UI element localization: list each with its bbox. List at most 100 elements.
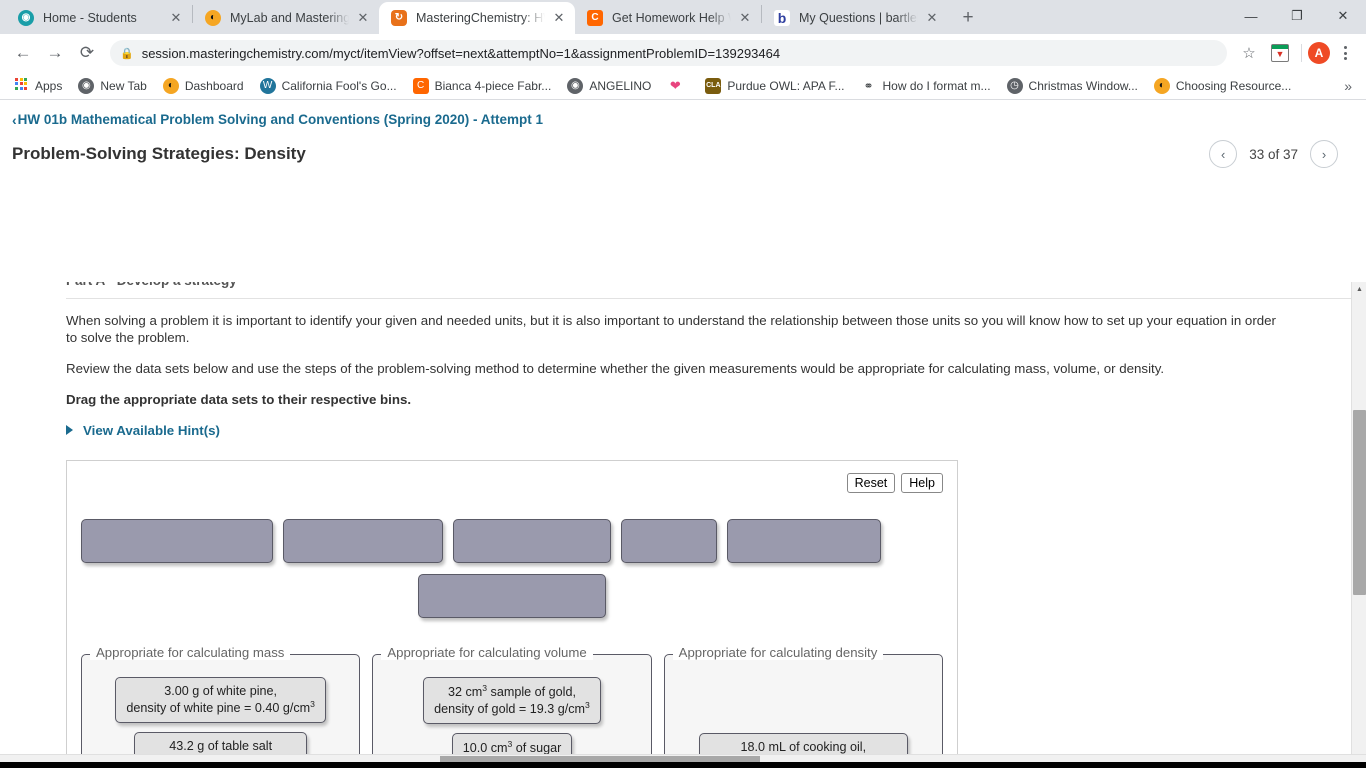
bookmark-label: Apps xyxy=(35,78,63,93)
heart-icon: ❤ xyxy=(669,78,681,93)
tab-title: Get Homework Help With Chea xyxy=(612,11,731,25)
data-card[interactable]: 3.00 g of white pine, density of white p… xyxy=(115,676,326,723)
bookmark-label: Dashboard xyxy=(184,78,244,93)
chrome-menu-icon[interactable] xyxy=(1332,40,1358,66)
problem-count: 33 of 37 xyxy=(1249,146,1298,162)
bin-contents: 32 cm3 sample of gold, density of gold =… xyxy=(383,655,640,754)
mylab-favicon: ◐ xyxy=(205,10,221,26)
browser-window: ◉ Home - Students ✕ ◐ MyLab and Masterin… xyxy=(0,0,1366,768)
forward-icon[interactable]: → xyxy=(40,38,70,68)
card-line-2: density of white pine = 0.40 g/cm3 xyxy=(126,699,315,716)
bookmark-bianca-fabric[interactable]: C Bianca 4-piece Fabr... xyxy=(406,75,559,97)
bin-mass[interactable]: Appropriate for calculating mass 3.00 g … xyxy=(81,644,361,754)
tile-bank-row-2 xyxy=(81,573,943,618)
url-text: session.masteringchemistry.com/myct/item… xyxy=(141,45,781,61)
problem-pager: ‹ 33 of 37 › xyxy=(1209,140,1338,168)
reset-button[interactable]: Reset xyxy=(846,472,896,493)
chegg-favicon: C xyxy=(587,10,603,26)
bank-tile[interactable] xyxy=(453,518,611,563)
bank-tile[interactable] xyxy=(621,518,717,563)
card-line-1: 10.0 cm3 of sugar xyxy=(462,739,562,754)
browser-tab-mylab[interactable]: ◐ MyLab and Mastering ✕ xyxy=(193,2,379,34)
back-icon[interactable]: ← xyxy=(8,38,38,68)
problem-paragraph-1: When solving a problem it is important t… xyxy=(66,313,1276,345)
bookmarks-overflow-icon[interactable]: » xyxy=(1336,78,1360,94)
dashboard-icon: ◐ xyxy=(1153,77,1170,94)
browser-tab-home[interactable]: ◉ Home - Students ✕ xyxy=(6,2,192,34)
divider xyxy=(66,298,1351,299)
bin-label: Appropriate for calculating volume xyxy=(381,644,593,660)
mustache-icon: ⚭ xyxy=(863,78,874,93)
bookmark-label: ANGELINO xyxy=(589,78,652,93)
close-icon[interactable]: ✕ xyxy=(353,8,373,28)
bookmark-star-icon[interactable]: ☆ xyxy=(1235,39,1263,67)
bookmark-angelino[interactable]: ◉ ANGELINO xyxy=(560,75,658,97)
bin-label: Appropriate for calculating density xyxy=(672,644,884,660)
data-card[interactable]: 43.2 g of table salt occupies 20.0 cm3of… xyxy=(134,731,307,754)
tile-bank-row-1 xyxy=(81,518,943,563)
avatar[interactable]: A xyxy=(1308,42,1330,64)
browser-tab-chegg[interactable]: C Get Homework Help With Chea ✕ xyxy=(575,2,761,34)
next-problem-button[interactable]: › xyxy=(1310,140,1338,168)
bookmark-label: Christmas Window... xyxy=(1028,78,1138,93)
scroll-up-arrow-icon[interactable]: ▲ xyxy=(1352,282,1366,297)
dnd-toolbar: Reset Help xyxy=(81,472,943,493)
card-line-1: 32 cm3 sample of gold, xyxy=(447,682,576,699)
bookmark-purdue-owl[interactable]: CLA Purdue OWL: APA F... xyxy=(698,75,851,97)
close-icon[interactable]: ✕ xyxy=(922,8,942,28)
bin-volume[interactable]: Appropriate for calculating volume 32 cm… xyxy=(372,644,652,754)
bank-tile[interactable] xyxy=(81,518,273,563)
view-hints-toggle[interactable]: View Available Hint(s) xyxy=(66,423,1285,438)
reload-icon[interactable]: ⟳ xyxy=(72,38,102,68)
maximize-button[interactable]: ❐ xyxy=(1274,0,1320,32)
card-line-1: 18.0 mL of cooking oil, xyxy=(740,739,867,754)
bookmark-christmas-window[interactable]: ◷ Christmas Window... xyxy=(1000,75,1145,97)
vertical-scrollbar[interactable]: ▲ ▼ xyxy=(1351,282,1366,768)
bookmark-choosing-resource[interactable]: ◐ Choosing Resource... xyxy=(1147,75,1298,97)
address-bar[interactable]: 🔒 session.masteringchemistry.com/myct/it… xyxy=(110,40,1227,66)
close-icon[interactable]: ✕ xyxy=(735,8,755,28)
data-card[interactable]: 32 cm3 sample of gold, density of gold =… xyxy=(423,676,601,725)
help-button[interactable]: Help xyxy=(901,472,943,493)
data-card[interactable]: 18.0 mL of cooking oil, density of cooki… xyxy=(698,732,908,754)
bookmark-new-tab[interactable]: ◉ New Tab xyxy=(71,75,153,97)
bank-tile[interactable] xyxy=(727,518,881,563)
apps-grid-icon xyxy=(13,77,29,94)
bookmark-apps[interactable]: Apps xyxy=(6,75,69,97)
bookmark-label: How do I format m... xyxy=(882,78,991,93)
bookmark-dashboard[interactable]: ◐ Dashboard xyxy=(156,75,251,97)
bank-tile[interactable] xyxy=(283,518,443,563)
bank-tile[interactable] xyxy=(418,573,606,618)
bookmark-heart[interactable]: ❤ xyxy=(660,75,696,97)
breadcrumb[interactable]: ‹ HW 01b Mathematical Problem Solving an… xyxy=(12,112,1350,127)
close-window-button[interactable]: ✕ xyxy=(1320,0,1366,32)
breadcrumb-label: HW 01b Mathematical Problem Solving and … xyxy=(17,112,543,127)
problem-paragraph-2: Review the data sets below and use the s… xyxy=(66,360,1165,376)
problem-content: Part A - Develop a strategy When solving… xyxy=(0,282,1351,754)
prev-problem-button[interactable]: ‹ xyxy=(1209,140,1238,168)
bin-contents: 18.0 mL of cooking oil, density of cooki… xyxy=(675,655,932,754)
bookmark-california-fools-gold[interactable]: W California Fool's Go... xyxy=(253,75,404,97)
globe-icon: ◉ xyxy=(567,77,584,94)
browser-tab-bartleby[interactable]: b My Questions | bartleby ✕ xyxy=(762,2,948,34)
lock-icon: 🔒 xyxy=(120,47,134,60)
tab-title: MasteringChemistry: HW 01b M xyxy=(416,11,545,25)
bin-container: Appropriate for calculating mass 3.00 g … xyxy=(81,644,943,754)
bin-contents: 3.00 g of white pine, density of white p… xyxy=(92,655,349,754)
extension-icon[interactable] xyxy=(1271,44,1289,62)
home-favicon: ◉ xyxy=(18,10,34,26)
data-card[interactable]: 10.0 cm3 of sugar weighs 15.9 g xyxy=(451,733,573,754)
tab-title: Home - Students xyxy=(43,11,137,25)
bookmark-label: New Tab xyxy=(100,78,147,93)
close-icon[interactable]: ✕ xyxy=(549,8,569,28)
minimize-button[interactable]: — xyxy=(1228,0,1274,32)
browser-tab-masteringchemistry[interactable]: ↻ MasteringChemistry: HW 01b M ✕ xyxy=(379,2,575,34)
cla-icon: CLA xyxy=(705,77,722,94)
globe-icon: ◉ xyxy=(78,77,95,94)
new-tab-button[interactable]: + xyxy=(954,4,982,32)
close-icon[interactable]: ✕ xyxy=(166,8,186,28)
card-line-1: 3.00 g of white pine, xyxy=(164,683,278,698)
bookmark-how-do-i-format[interactable]: ⚭ How do I format m... xyxy=(854,75,998,97)
bin-density[interactable]: Appropriate for calculating density 18.0… xyxy=(663,644,943,754)
vertical-scrollbar-thumb[interactable] xyxy=(1353,410,1366,595)
